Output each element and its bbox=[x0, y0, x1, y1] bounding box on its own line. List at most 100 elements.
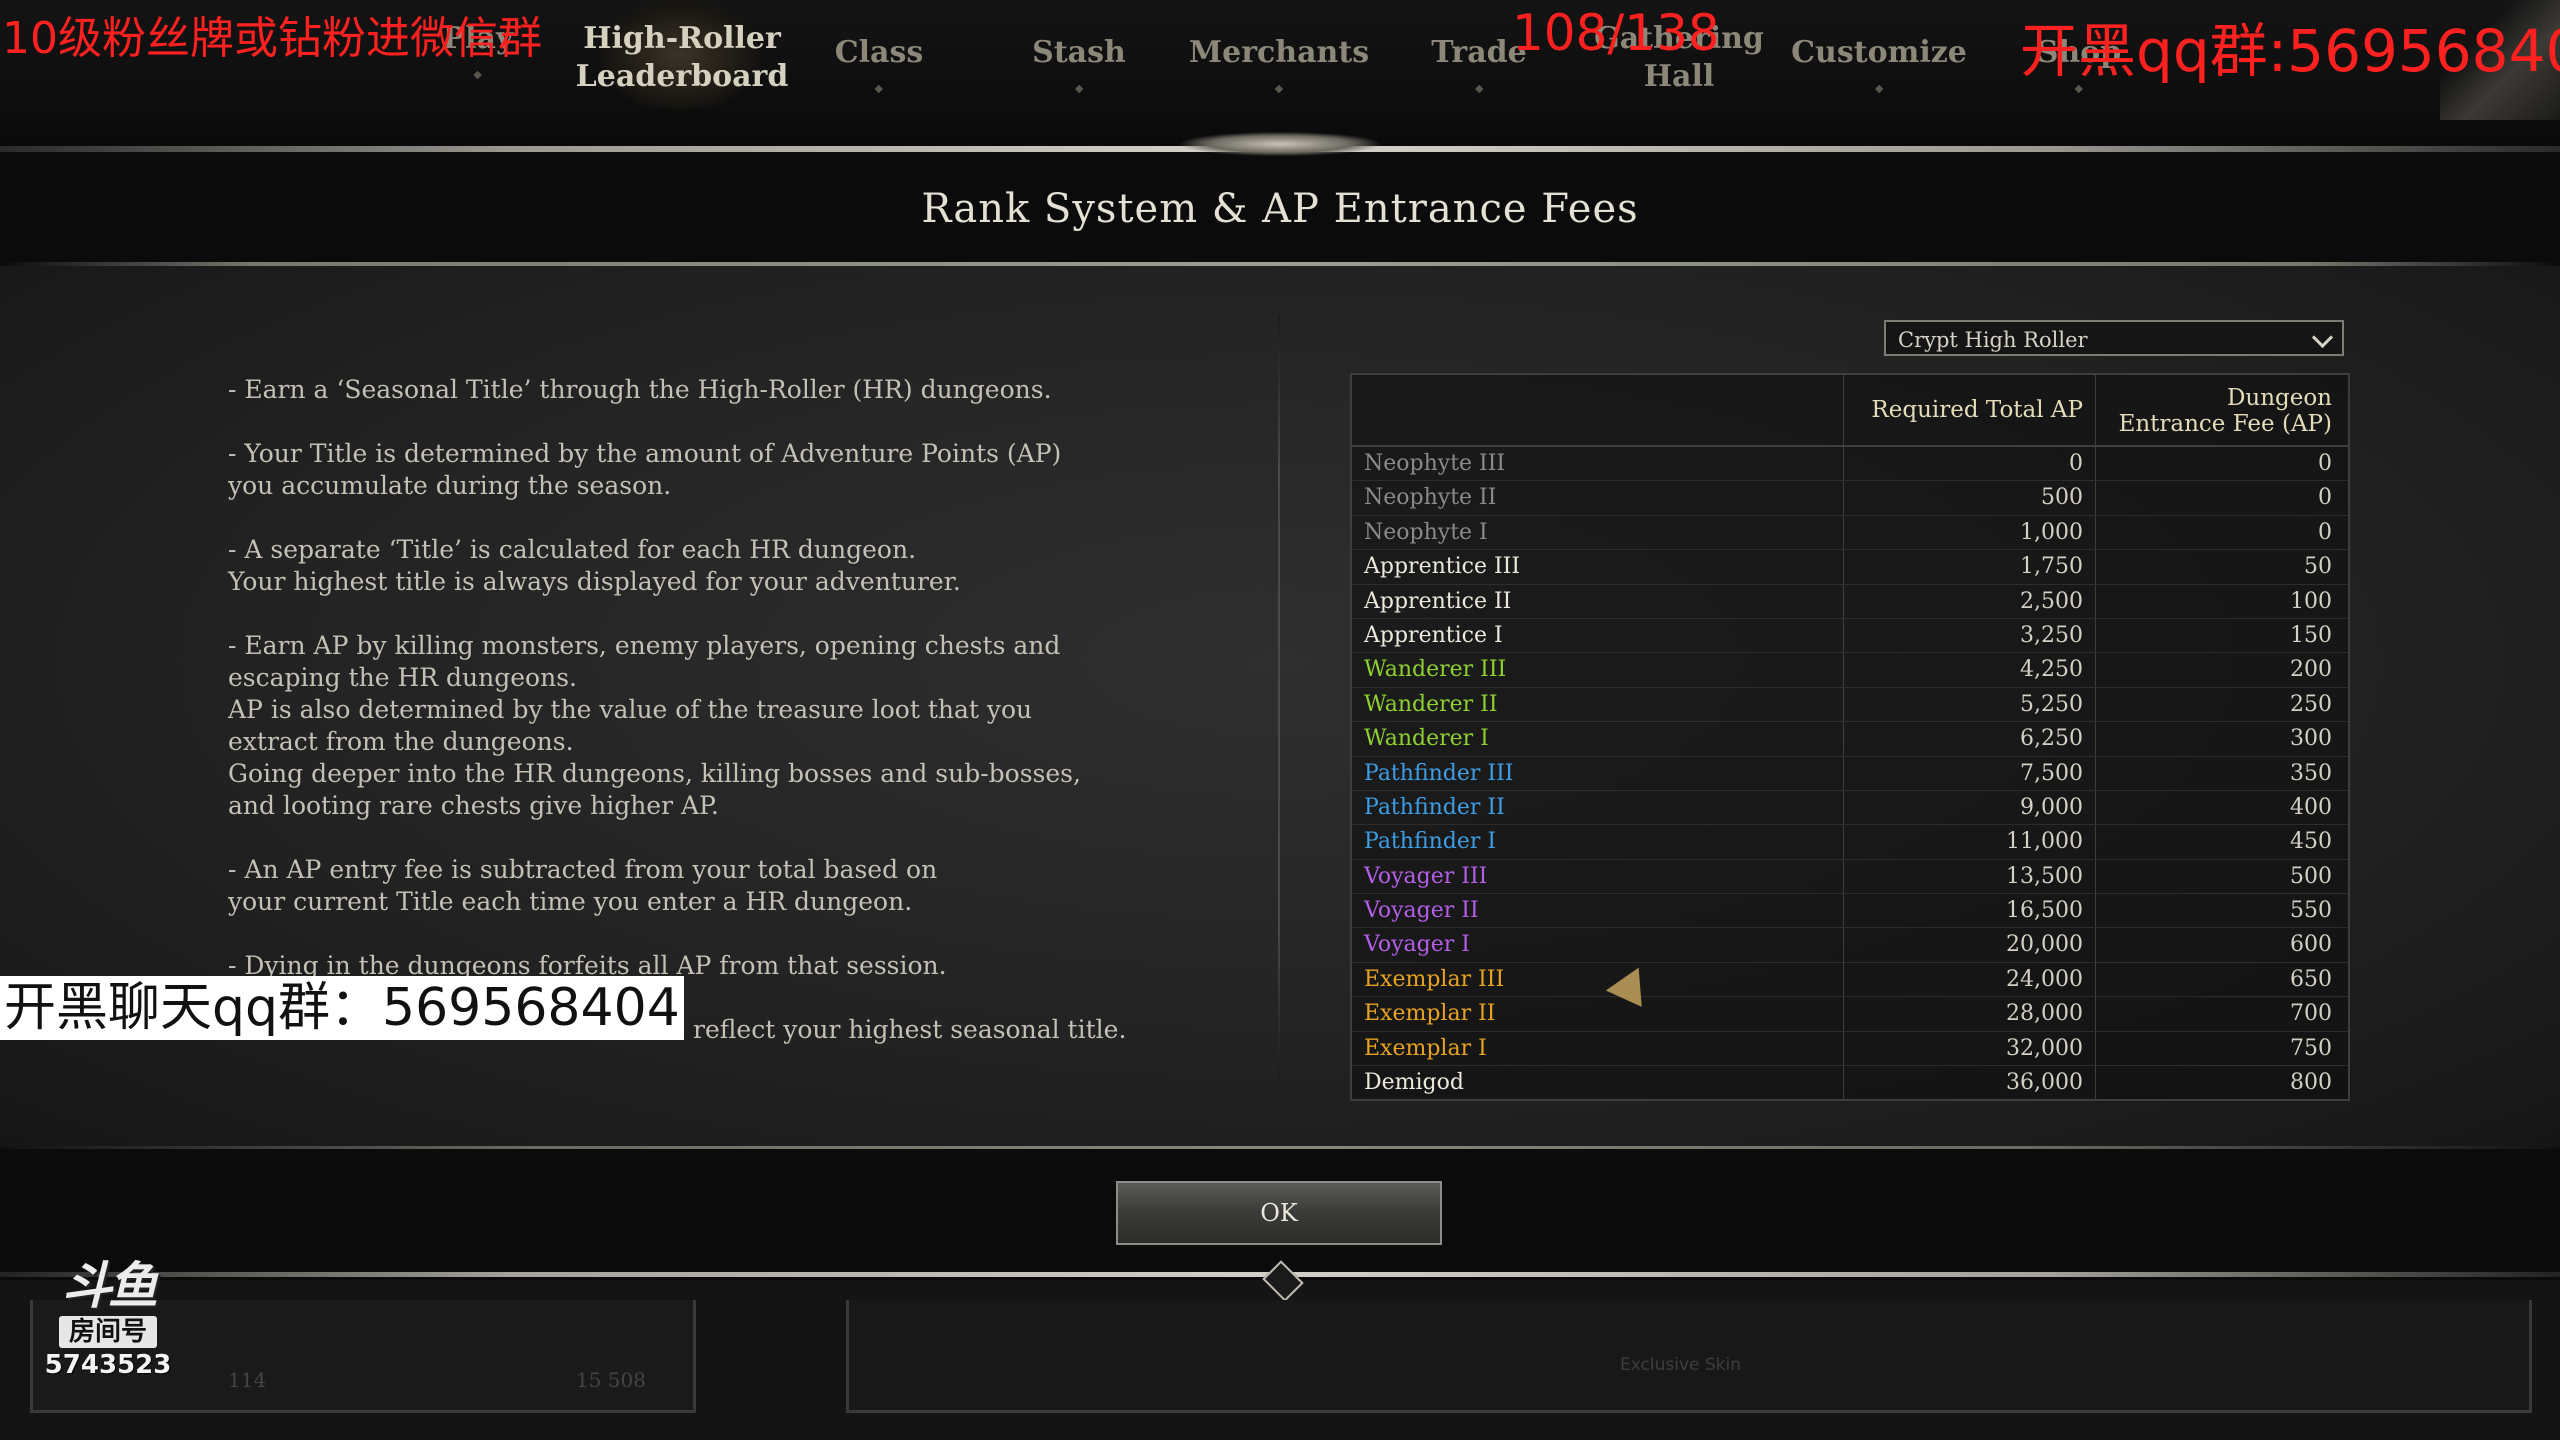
rank-name: Voyager I bbox=[1352, 928, 1844, 962]
required-ap: 36,000 bbox=[1844, 1066, 2096, 1100]
entrance-fee: 500 bbox=[2290, 863, 2332, 889]
dungeon-select-value: Crypt High Roller bbox=[1898, 328, 2088, 352]
required-ap: 28,000 bbox=[1844, 997, 2096, 1031]
description-paragraph: - Your Title is determined by the amount… bbox=[228, 439, 1062, 500]
required-ap: 7,500 bbox=[1844, 756, 2096, 790]
description-paragraph: - Earn AP by killing monsters, enemy pla… bbox=[228, 631, 1081, 820]
douyu-logo-text: 斗鱼 bbox=[62, 1257, 158, 1315]
nav-tab-merchants[interactable]: Merchants bbox=[1189, 34, 1369, 94]
overlay-counter-text: 108/138 bbox=[1512, 4, 1720, 62]
table-row: Pathfinder III 7,500 350 bbox=[1352, 756, 2348, 791]
ok-button[interactable]: OK bbox=[1116, 1181, 1442, 1245]
entrance-fee: 550 bbox=[2290, 898, 2332, 924]
chevron-down-icon bbox=[2311, 326, 2334, 349]
dungeon-select[interactable]: Crypt High Roller bbox=[1884, 320, 2344, 356]
entrance-fee: 750 bbox=[2290, 1035, 2332, 1061]
room-label: 房间号 bbox=[58, 1316, 157, 1348]
table-row: Exemplar I 32,000 750 bbox=[1352, 1031, 2348, 1067]
table-row: Apprentice I 3,250 150 bbox=[1352, 618, 2348, 654]
rank-name: Demigod bbox=[1352, 1066, 1844, 1100]
rank-name: Pathfinder III bbox=[1352, 756, 1844, 790]
entrance-fee: 0 bbox=[2318, 451, 2332, 476]
table-body: Neophyte III 0 0 Neophyte II 500 0 Neophyte I1… bbox=[1352, 447, 2348, 1100]
rank-description: - Earn a ‘Seasonal Title’ through the Hi… bbox=[228, 374, 1238, 1078]
header-rank bbox=[1352, 375, 1844, 445]
rank-table: Required Total AP Dungeon Entrance Fee (… bbox=[1350, 373, 2350, 1102]
entrance-fee: 600 bbox=[2290, 932, 2332, 958]
rank-name: Wanderer I bbox=[1352, 722, 1844, 756]
required-ap: 16,500 bbox=[1844, 894, 2096, 928]
table-row: Wanderer III 4,250 200 bbox=[1352, 653, 2348, 688]
rank-name: Exemplar I bbox=[1352, 1031, 1844, 1066]
nav-divider-ornament bbox=[1180, 132, 1380, 156]
table-row: Exemplar III 24,000 650 bbox=[1352, 962, 2348, 998]
table-row: Voyager III 13,500 500 bbox=[1352, 859, 2348, 895]
required-ap: 4,250 bbox=[1844, 653, 2096, 687]
table-row: Neophyte II 500 0 bbox=[1352, 481, 2348, 516]
rank-name: Neophyte II bbox=[1352, 481, 1844, 515]
nav-tab-customize[interactable]: Customize bbox=[1791, 34, 1967, 94]
entrance-fee: 0 bbox=[2318, 485, 2332, 511]
entrance-fee: 200 bbox=[2290, 657, 2332, 683]
rank-name: Neophyte I bbox=[1352, 515, 1844, 550]
rank-name: Pathfinder I bbox=[1352, 825, 1844, 859]
panel-divider bbox=[1278, 315, 1280, 1080]
table-row: Wanderer I 6,250 300 bbox=[1352, 722, 2348, 757]
rank-name: Neophyte III bbox=[1352, 447, 1844, 481]
entrance-fee: 700 bbox=[2290, 1001, 2332, 1027]
header-entrance-fee: Dungeon Entrance Fee (AP) bbox=[2118, 385, 2332, 437]
required-ap: 500 bbox=[1844, 481, 2096, 515]
required-ap: 32,000 bbox=[1844, 1031, 2096, 1066]
overlay-qq-banner: 开黑聊天qq群：569568404 bbox=[0, 976, 684, 1040]
dialog-title: Rank System & AP Entrance Fees bbox=[921, 186, 1639, 232]
description-paragraph: - A separate ‘Title’ is calculated for e… bbox=[228, 535, 961, 596]
nav-tab-stash[interactable]: Stash bbox=[1032, 34, 1126, 94]
panel-bottom-divider bbox=[0, 1146, 2560, 1149]
required-ap: 3,250 bbox=[1844, 618, 2096, 653]
table-row: Wanderer II 5,250 250 bbox=[1352, 687, 2348, 723]
entrance-fee: 50 bbox=[2304, 554, 2332, 580]
description-paragraph: - Earn a ‘Seasonal Title’ through the Hi… bbox=[228, 375, 1052, 404]
entrance-fee: 150 bbox=[2290, 622, 2332, 648]
required-ap: 20,000 bbox=[1844, 928, 2096, 962]
nav-dot bbox=[874, 84, 884, 94]
table-row: Neophyte I 1,000 0 bbox=[1352, 515, 2348, 551]
entrance-fee: 800 bbox=[2290, 1070, 2332, 1096]
douyu-logo: 斗鱼 房间号 5743523 bbox=[38, 1258, 178, 1382]
overlay-fan-group-text: 10级粉丝牌或钻粉进微信群 bbox=[2, 13, 542, 64]
table-row: Demigod 36,000 800 bbox=[1352, 1066, 2348, 1100]
rank-name: Apprentice III bbox=[1352, 550, 1844, 584]
nav-dot bbox=[473, 70, 483, 80]
bottom-left-value: 114 bbox=[228, 1368, 267, 1392]
bottom-right-value: 15 508 bbox=[576, 1368, 646, 1392]
required-ap: 13,500 bbox=[1844, 859, 2096, 894]
required-ap: 24,000 bbox=[1844, 962, 2096, 997]
room-number: 5743523 bbox=[44, 1350, 172, 1380]
rank-name: Apprentice I bbox=[1352, 618, 1844, 653]
exclusive-skin-label: Exclusive Skin bbox=[1620, 1355, 1741, 1375]
entrance-fee: 400 bbox=[2290, 794, 2332, 820]
description-paragraph: - An AP entry fee is subtracted from you… bbox=[228, 855, 938, 916]
entrance-fee: 0 bbox=[2318, 519, 2332, 545]
rank-name: Exemplar II bbox=[1352, 997, 1844, 1031]
entrance-fee: 450 bbox=[2290, 829, 2332, 855]
required-ap: 5,250 bbox=[1844, 687, 2096, 722]
nav-tab-class[interactable]: Class bbox=[835, 34, 923, 94]
rank-name: Voyager III bbox=[1352, 859, 1844, 894]
nav-tab-high-roller-leaderboard[interactable]: High-Roller Leaderboard bbox=[576, 20, 789, 96]
header-required-ap: Required Total AP bbox=[1844, 375, 2096, 445]
entrance-fee: 250 bbox=[2290, 691, 2332, 717]
nav-dot bbox=[1274, 84, 1284, 94]
table-row: Pathfinder I 11,000 450 bbox=[1352, 825, 2348, 860]
table-row: Voyager II 16,500 550 bbox=[1352, 894, 2348, 929]
rank-name: Wanderer II bbox=[1352, 687, 1844, 722]
rank-name: Wanderer III bbox=[1352, 653, 1844, 687]
required-ap: 2,500 bbox=[1844, 584, 2096, 618]
table-row: Apprentice II 2,500 100 bbox=[1352, 584, 2348, 619]
entrance-fee: 350 bbox=[2290, 760, 2332, 786]
table-row: Pathfinder II 9,000 400 bbox=[1352, 790, 2348, 826]
table-row: Apprentice III 1,750 50 bbox=[1352, 550, 2348, 585]
required-ap: 11,000 bbox=[1844, 825, 2096, 859]
table-row: Exemplar II 28,000 700 bbox=[1352, 997, 2348, 1032]
entrance-fee: 100 bbox=[2290, 588, 2332, 614]
